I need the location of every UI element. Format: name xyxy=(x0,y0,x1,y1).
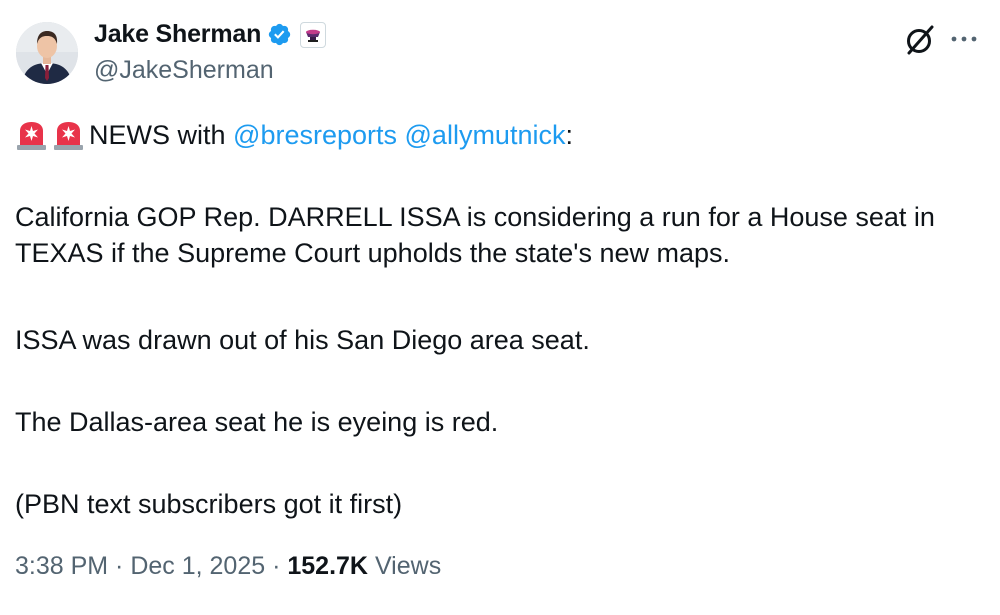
grok-icon[interactable] xyxy=(902,22,938,58)
tweet-date[interactable]: Dec 1, 2025 xyxy=(130,552,265,581)
line1-suffix: : xyxy=(565,120,573,150)
more-icon[interactable] xyxy=(947,24,981,54)
display-name[interactable]: Jake Sherman xyxy=(94,20,261,49)
mention-bresreports[interactable]: @bresreports xyxy=(233,117,397,153)
avatar[interactable] xyxy=(16,22,78,84)
meta-separator: · xyxy=(108,552,131,580)
views-label: Views xyxy=(374,552,442,580)
name-row: Jake Sherman xyxy=(94,20,327,49)
meta-separator: · xyxy=(265,552,288,580)
tweet-paragraph: ISSA was drawn out of his San Diego area… xyxy=(15,325,590,355)
tweet-paragraph: California GOP Rep. DARRELL ISSA is cons… xyxy=(15,202,935,268)
affiliation-badge-icon[interactable] xyxy=(300,21,327,48)
siren-icon xyxy=(17,122,46,150)
views-count: 152.7K xyxy=(287,552,368,580)
mention-allymutnick[interactable]: @allymutnick xyxy=(405,117,566,153)
verified-icon xyxy=(268,23,291,46)
tweet-time[interactable]: 3:38 PM xyxy=(15,552,108,581)
tweet-line1: NEWS with @bresreports @allymutnick : xyxy=(15,117,573,153)
tweet-paragraph: The Dallas-area seat he is eyeing is red… xyxy=(15,407,499,437)
tweet-meta: 3:38 PM · Dec 1, 2025 · 152.7K Views xyxy=(15,552,441,581)
handle[interactable]: @JakeSherman xyxy=(94,56,274,85)
tweet: Jake Sherman @JakeSherman NEWS with @bre… xyxy=(0,0,1000,615)
siren-icon xyxy=(54,122,83,150)
line1-prefix: NEWS with xyxy=(89,120,234,150)
tweet-paragraph: (PBN text subscribers got it first) xyxy=(15,489,403,519)
